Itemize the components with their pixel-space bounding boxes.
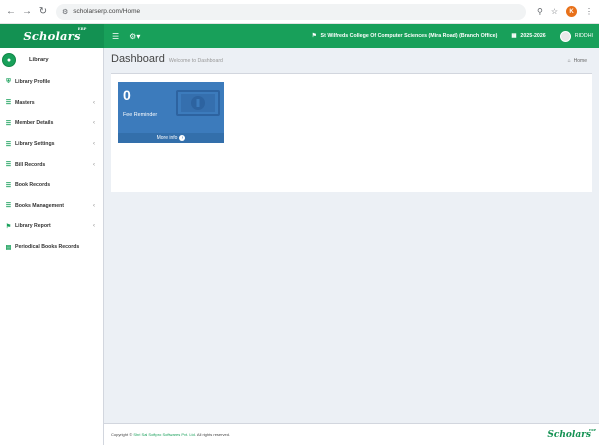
browser-toolbar: ← → ↻ ⚙ scholarserp.com/Home ⚲ ☆ K ⋮ [0,0,599,24]
fee-reminder-card[interactable]: 0 Fee Reminder More info › [118,82,224,143]
college-name: St Wilfreds College Of Computer Sciences… [320,33,498,39]
content-header: Dashboard Welcome to Dashboard ⌂ Home [111,53,591,69]
more-info-link[interactable]: More info › [118,133,224,143]
fee-reminder-count: 0 [123,87,131,103]
sidebar-item-label: Library Settings [15,141,55,148]
library-logo-icon: ● [2,53,16,67]
copyright-prefix: Copyright © [111,432,133,437]
sidebar-item-books-management[interactable]: ☰ Books Management ‹ [0,196,103,217]
academic-year: 2025-2026 [520,33,546,39]
logo-text: Scholars [23,29,81,43]
sidebar-item-label: Book Records [15,182,51,189]
page-title: Dashboard [111,53,165,65]
user-menu[interactable]: RIDDHI [559,30,593,42]
academic-year-selector[interactable]: ▦ 2025-2026 [511,33,545,39]
forward-arrow-icon[interactable]: → [20,5,34,19]
chevron-left-icon: ‹ [93,141,95,148]
sidebar-item-label: Member Details [15,120,54,127]
copyright-suffix: All rights reserved. [196,432,231,437]
sidebar-item-label: Periodical Books Records [15,244,80,251]
logo-mark: ERP [77,27,87,31]
sidebar-item-label: Library Profile [15,79,51,86]
sidebar-header: ● Library [0,48,103,72]
sidebar-item-library-profile[interactable]: ⛨ Library Profile [0,72,103,93]
sidebar-item-library-settings[interactable]: ☰ Library Settings ‹ [0,134,103,155]
list-icon: ☰ [5,162,12,169]
sidebar-item-periodical-books-records[interactable]: ▤ Periodical Books Records [0,237,103,258]
hamburger-menu-icon[interactable]: ☰ [112,32,119,41]
chevron-left-icon: ‹ [93,223,95,230]
sidebar-item-masters[interactable]: ☰ Masters ‹ [0,93,103,114]
list-icon: ☰ [5,100,12,107]
bank-icon: ⛨ [6,78,11,85]
chevron-left-icon: ‹ [93,161,95,168]
list-icon: ☰ [5,141,12,148]
footer-logo-mark: ERP [588,427,596,432]
sidebar-item-member-details[interactable]: ☰ Member Details ‹ [0,113,103,134]
reload-icon[interactable]: ↻ [36,5,50,19]
footer-logo-text: Scholars [547,429,591,440]
sidebar-item-label: Books Management [15,202,65,209]
dashboard-panel: 0 Fee Reminder More info › [111,73,592,192]
sidebar-title: Library [29,57,49,63]
browser-profile-avatar[interactable]: K [566,6,577,17]
breadcrumb-home: Home [573,58,587,64]
settings-gears-icon[interactable]: ⚙▾ [129,32,140,41]
sidebar-item-label: Masters [15,99,35,106]
sidebar-item-bill-records[interactable]: ☰ Bill Records ‹ [0,154,103,175]
sidebar-item-library-report[interactable]: ⚑ Library Report ‹ [0,216,103,237]
logo[interactable]: Scholars ERP [0,24,104,48]
footer-logo: Scholars ERP [547,428,596,440]
list-icon: ☰ [5,120,12,127]
chevron-left-icon: ‹ [93,99,95,106]
password-key-icon[interactable]: ⚲ [537,7,543,16]
back-arrow-icon[interactable]: ← [4,5,18,19]
bookmark-star-icon[interactable]: ☆ [551,7,558,16]
list-icon: ☰ [5,182,12,189]
college-selector[interactable]: ⚑ St Wilfreds College Of Computer Scienc… [312,33,498,39]
browser-menu-icon[interactable]: ⋮ [585,7,593,16]
site-info-icon[interactable]: ⚙ [62,8,68,16]
more-info-label: More info [156,135,178,141]
graduation-cap-icon: ⚑ [311,33,317,39]
chevron-left-icon: ‹ [93,120,95,127]
home-icon: ⌂ [567,58,571,64]
user-name: RIDDHI [574,33,593,39]
sidebar: ● Library ⛨ Library Profile ☰ Masters ‹ … [0,48,104,445]
sidebar-item-label: Bill Records [15,161,46,168]
calendar-icon: ▦ [511,33,517,39]
arrow-circle-right-icon: › [179,135,186,141]
page-subtitle: Welcome to Dashboard [168,58,223,64]
file-icon: ▤ [5,244,12,251]
footer: Copyright © Shri Sai Softpro Softwares P… [104,423,599,445]
sidebar-item-label: Library Report [15,223,51,230]
avatar [559,30,571,42]
address-bar[interactable]: ⚙ scholarserp.com/Home [56,3,526,20]
copyright: Copyright © Shri Sai Softpro Softwares P… [111,432,230,437]
graduation-cap-icon: ⚑ [5,223,12,230]
list-icon: ☰ [5,203,12,210]
fee-reminder-label: Fee Reminder [123,112,158,118]
company-link[interactable]: Shri Sai Softpro Softwares Pvt. Ltd. [133,432,196,437]
breadcrumb[interactable]: ⌂ Home [568,58,587,64]
app-header: Scholars ERP ☰ ⚙▾ ⚑ St Wilfreds College O… [0,24,599,48]
money-bill-icon [176,90,220,116]
sidebar-item-book-records[interactable]: ☰ Book Records [0,175,103,196]
url-text: scholarserp.com/Home [73,8,141,15]
chevron-left-icon: ‹ [93,202,95,209]
